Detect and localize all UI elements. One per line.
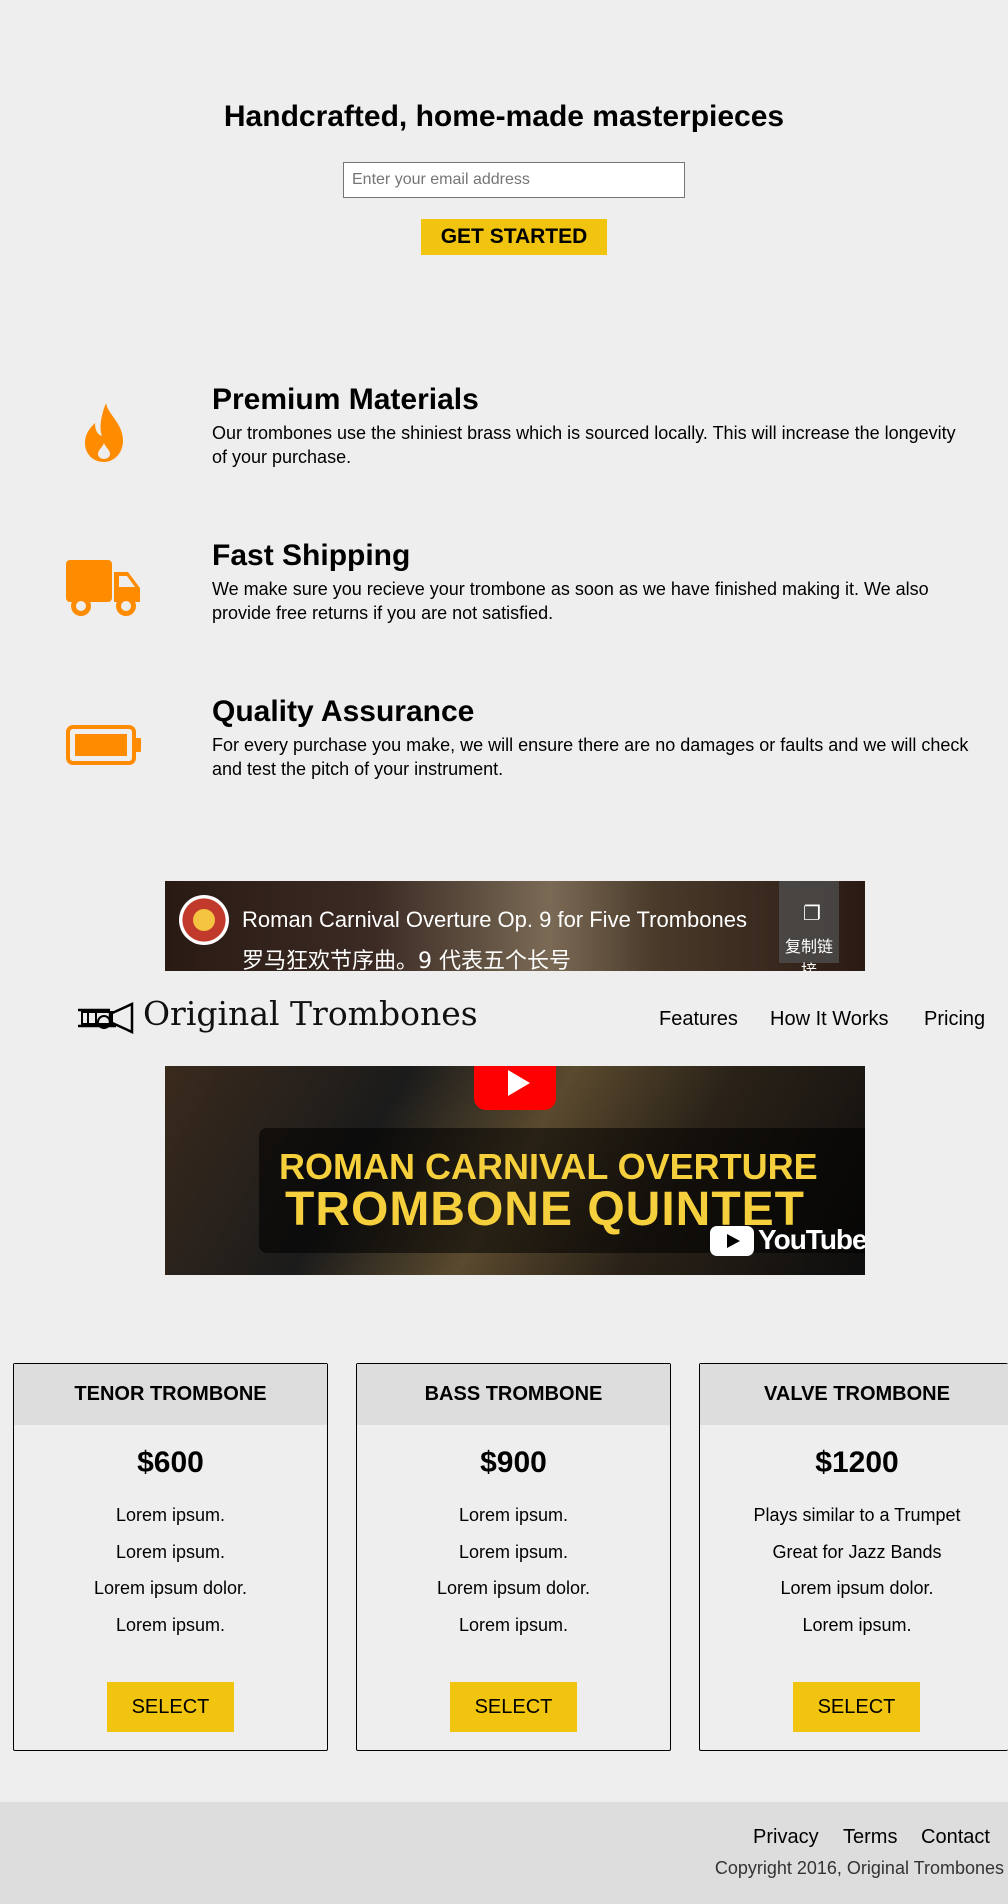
select-bass-button[interactable]: SELECT (450, 1682, 577, 1732)
select-valve-button[interactable]: SELECT (793, 1682, 920, 1732)
plan-feature: Lorem ipsum. (458, 1541, 569, 1562)
video-embed-top[interactable]: Roman Carnival Overture Op. 9 for Five T… (165, 881, 865, 971)
plan-feature: Lorem ipsum. (802, 1614, 912, 1635)
plan-features: Plays similar to a Trumpet Great for Jaz… (700, 1497, 1008, 1643)
plan-feature: Plays similar to a Trumpet (753, 1505, 961, 1525)
get-started-button[interactable]: GET STARTED (421, 219, 607, 255)
plan-price: $900 (480, 1446, 547, 1479)
feature-text: Our trombones use the shiniest brass whi… (212, 423, 956, 467)
video-subtitle: 罗马狂欢节序曲。9 代表五个长号 (242, 949, 571, 971)
plan-feature: Lorem ipsum dolor. (93, 1578, 248, 1598)
plan-feature: Lorem ipsum dolor. (780, 1578, 934, 1598)
select-tenor-button[interactable]: SELECT (107, 1682, 234, 1732)
plan-price: $600 (137, 1446, 204, 1479)
plan-price: $1200 (815, 1446, 899, 1479)
plan-features: Lorem ipsum. Lorem ipsum. Lorem ipsum do… (14, 1497, 327, 1643)
video-embed-thumbnail[interactable]: ROMAN CARNIVAL OVERTURE TROMBONE QUINTET… (165, 1066, 865, 1275)
footer-terms-link[interactable]: Terms (843, 1826, 897, 1849)
channel-logo[interactable] (179, 895, 229, 945)
pricing-card-tenor: TENOR TROMBONE $600 Lorem ipsum. Lorem i… (13, 1363, 328, 1751)
feature-text: For every purchase you make, we will ens… (212, 735, 969, 779)
plan-feature: Lorem ipsum. (458, 1505, 569, 1525)
site-footer: Privacy Terms Contact Copyright 2016, Or… (0, 1802, 1008, 1904)
flame-icon (60, 389, 148, 477)
play-icon (508, 1070, 530, 1096)
feature-fast-shipping: Fast Shipping We make sure you recieve y… (0, 539, 1008, 645)
feature-title: Quality Assurance (212, 695, 475, 728)
copy-icon: ❐ (803, 903, 821, 925)
plan-name: TENOR TROMBONE (14, 1364, 327, 1425)
youtube-wordmark[interactable]: YouTube (758, 1224, 865, 1256)
truck-icon (60, 545, 148, 633)
plan-feature: Lorem ipsum. (115, 1614, 226, 1635)
plan-features: Lorem ipsum. Lorem ipsum. Lorem ipsum do… (357, 1497, 670, 1643)
battery-icon (60, 701, 148, 789)
nav-features[interactable]: Features (659, 1008, 738, 1031)
copy-link-label: 复制链接 (784, 937, 833, 971)
pricing-card-bass: BASS TROMBONE $900 Lorem ipsum. Lorem ip… (356, 1363, 671, 1751)
footer-contact-link[interactable]: Contact (921, 1826, 990, 1849)
logo-text[interactable]: Original Trombones (143, 994, 478, 1033)
nav-pricing[interactable]: Pricing (924, 1008, 985, 1031)
video-title[interactable]: Roman Carnival Overture Op. 9 for Five T… (242, 907, 747, 933)
feature-premium-materials: Premium Materials Our trombones use the … (0, 383, 1008, 489)
pricing-card-valve: VALVE TROMBONE $1200 Plays similar to a … (699, 1363, 1008, 1751)
hero-title: Handcrafted, home-made masterpieces (223, 100, 785, 133)
plan-feature: Great for Jazz Bands (772, 1541, 942, 1562)
plan-feature: Lorem ipsum. (458, 1614, 569, 1635)
email-input[interactable] (343, 162, 685, 198)
feature-title: Fast Shipping (212, 539, 411, 572)
plan-name: BASS TROMBONE (357, 1364, 670, 1425)
youtube-icon[interactable] (710, 1226, 754, 1256)
plan-name: VALVE TROMBONE (700, 1364, 1008, 1425)
feature-title: Premium Materials (212, 383, 479, 416)
copyright-text: Copyright 2016, Original Trombones (714, 1858, 1004, 1878)
plan-feature: Lorem ipsum. (115, 1541, 226, 1562)
trombone-logo-icon (78, 1002, 134, 1034)
nav-how-it-works[interactable]: How It Works (770, 1008, 889, 1031)
feature-text: We make sure you recieve your trombone a… (212, 579, 929, 623)
copy-link-button[interactable]: ❐ 复制链接 (779, 881, 839, 971)
plan-feature: Lorem ipsum. (115, 1505, 226, 1525)
site-header: Original Trombones Features How It Works… (0, 990, 1008, 1046)
footer-privacy-link[interactable]: Privacy (753, 1826, 819, 1849)
feature-quality-assurance: Quality Assurance For every purchase you… (0, 695, 1008, 801)
play-button[interactable] (474, 1066, 556, 1110)
plan-feature: Lorem ipsum dolor. (436, 1578, 591, 1598)
